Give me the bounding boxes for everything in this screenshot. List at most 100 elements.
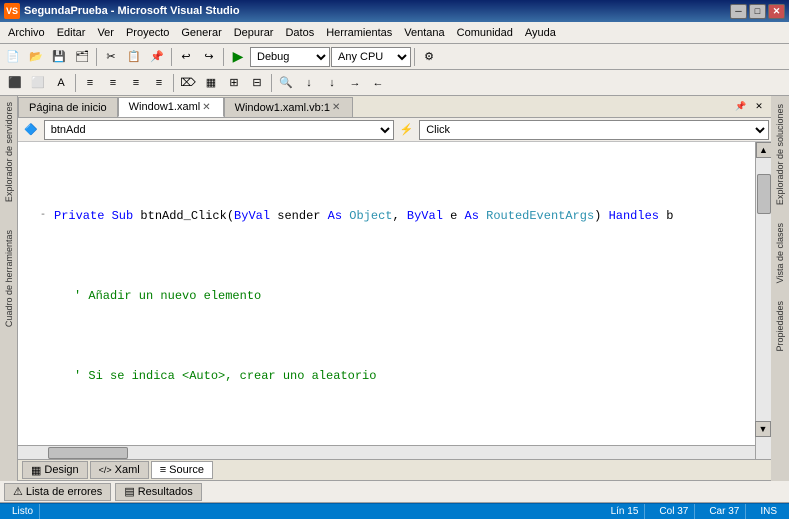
title-bar: VS SegundaPrueba - Microsoft Visual Stud…	[0, 0, 789, 22]
menu-proyecto[interactable]: Proyecto	[120, 25, 175, 41]
tb2-btn5[interactable]: ≡	[102, 72, 124, 94]
debug-config-selector[interactable]: Debug	[250, 47, 330, 67]
tab-close-window1-vb[interactable]: ✕	[330, 102, 342, 113]
status-col: Col 37	[653, 504, 695, 519]
undo-button[interactable]: ↩	[175, 46, 197, 68]
code-line-2: ' Añadir un nuevo elemento	[18, 288, 755, 304]
open-button[interactable]: 📂	[25, 46, 47, 68]
tab-design[interactable]: ▦ Design	[22, 461, 88, 479]
tb2-btn1[interactable]: ⬛	[4, 72, 26, 94]
tb2-btn12[interactable]: 🔍	[275, 72, 297, 94]
tb2-btn14[interactable]: ↓	[321, 72, 343, 94]
object-selector[interactable]: btnAdd	[44, 120, 394, 140]
horizontal-scrollbar[interactable]	[18, 445, 755, 459]
redo-button[interactable]: ↪	[198, 46, 220, 68]
menu-ventana[interactable]: Ventana	[398, 25, 450, 41]
line-code-2: ' Añadir un nuevo elemento	[50, 288, 261, 304]
status-line: Lín 15	[605, 504, 646, 519]
menu-editar[interactable]: Editar	[51, 25, 92, 41]
xaml-icon: </>	[99, 465, 112, 475]
tb2-btn8[interactable]: ⌦	[177, 72, 199, 94]
nav-bar: 🔷 btnAdd ⚡ Click	[18, 118, 771, 142]
window-controls: ─ □ ✕	[730, 4, 785, 19]
sidebar-item-explorador-soluciones[interactable]: Explorador de soluciones	[773, 100, 787, 209]
copy-button[interactable]: 📋	[123, 46, 145, 68]
results-icon: ▤	[124, 485, 134, 498]
menu-generar[interactable]: Generar	[175, 25, 227, 41]
menu-datos[interactable]: Datos	[279, 25, 320, 41]
menu-comunidad[interactable]: Comunidad	[451, 25, 519, 41]
menu-archivo[interactable]: Archivo	[2, 25, 51, 41]
scroll-down-button[interactable]: ▼	[755, 421, 771, 437]
sidebar-item-explorador-servidores[interactable]: Explorador de servidores	[2, 98, 16, 206]
tb2-btn7[interactable]: ≡	[148, 72, 170, 94]
app-window: VS SegundaPrueba - Microsoft Visual Stud…	[0, 0, 789, 519]
toolbar-1: 📄 📂 💾 🗂 ✂ 📋 📌 ↩ ↪ ▶ Debug Any CPU ⚙	[0, 44, 789, 70]
tab-lista-errores[interactable]: ⚠ Lista de errores	[4, 483, 111, 501]
event-icon: ⚡	[396, 121, 418, 138]
v-scroll-thumb[interactable]	[757, 174, 771, 214]
code-line-1: - Private Sub btnAdd_Click(ByVal sender …	[18, 208, 755, 224]
close-tab-button[interactable]: ✕	[751, 98, 767, 114]
cut-button[interactable]: ✂	[100, 46, 122, 68]
paste-button[interactable]: 📌	[146, 46, 168, 68]
minimize-button[interactable]: ─	[730, 4, 747, 19]
tb2-btn11[interactable]: ⊟	[246, 72, 268, 94]
cpu-selector[interactable]: Any CPU	[331, 47, 411, 67]
separator-2	[171, 48, 172, 66]
tb2-sep3	[271, 74, 272, 92]
tab-inicio[interactable]: Página de inicio	[18, 97, 118, 117]
code-area: - Private Sub btnAdd_Click(ByVal sender …	[18, 142, 755, 459]
tb2-btn13[interactable]: ↓	[298, 72, 320, 94]
tb2-btn15[interactable]: →	[344, 72, 366, 94]
tb2-btn16[interactable]: ←	[367, 72, 389, 94]
menu-ayuda[interactable]: Ayuda	[519, 25, 562, 41]
menu-bar: Archivo Editar Ver Proyecto Generar Depu…	[0, 22, 789, 44]
source-icon: ≡	[160, 464, 166, 476]
editor-main: - Private Sub btnAdd_Click(ByVal sender …	[18, 142, 771, 459]
tab-bar: Página de inicio Window1.xaml ✕ Window1.…	[18, 96, 771, 118]
new-button[interactable]: 📄	[2, 46, 24, 68]
menu-herramientas[interactable]: Herramientas	[320, 25, 398, 41]
maximize-button[interactable]: □	[749, 4, 766, 19]
object-icon: 🔷	[20, 121, 42, 138]
scroll-up-button[interactable]: ▲	[756, 142, 772, 158]
code-line-3: ' Si se indica <Auto>, crear uno aleator…	[18, 368, 755, 384]
sidebar-item-cuadro-herramientas[interactable]: Cuadro de herramientas	[2, 226, 16, 331]
tb2-sep2	[173, 74, 174, 92]
tb2-btn6[interactable]: ≡	[125, 72, 147, 94]
tab-close-window1-xaml[interactable]: ✕	[200, 102, 212, 113]
tb2-btn3[interactable]: A	[50, 72, 72, 94]
tb2-btn2[interactable]: ⬜	[27, 72, 49, 94]
close-button[interactable]: ✕	[768, 4, 785, 19]
menu-ver[interactable]: Ver	[91, 25, 120, 41]
menu-depurar[interactable]: Depurar	[228, 25, 280, 41]
toolbar-2: ⬛ ⬜ A ≡ ≡ ≡ ≡ ⌦ ▦ ⊞ ⊟ 🔍 ↓ ↓ → ←	[0, 70, 789, 96]
sidebar-item-propiedades[interactable]: Propiedades	[773, 297, 787, 356]
code-editor[interactable]: - Private Sub btnAdd_Click(ByVal sender …	[18, 142, 755, 445]
tab-window1-xaml[interactable]: Window1.xaml ✕	[118, 97, 224, 117]
tab-window1-xaml-vb[interactable]: Window1.xaml.vb:1 ✕	[224, 97, 354, 117]
vertical-scrollbar[interactable]: ▲ ▼	[755, 142, 771, 459]
design-icon: ▦	[31, 464, 41, 477]
start-button[interactable]: ▶	[227, 46, 249, 68]
status-ins: INS	[754, 504, 783, 519]
save-button[interactable]: 💾	[48, 46, 70, 68]
tb2-btn10[interactable]: ⊞	[223, 72, 245, 94]
pin-tab-button[interactable]: 📌	[733, 98, 749, 114]
tab-xaml[interactable]: </> Xaml	[90, 461, 149, 479]
tb2-btn9[interactable]: ▦	[200, 72, 222, 94]
tab-source[interactable]: ≡ Source	[151, 461, 213, 479]
tb2-btn4[interactable]: ≡	[79, 72, 101, 94]
h-scroll-thumb[interactable]	[48, 447, 128, 459]
right-sidebar: Explorador de soluciones Vista de clases…	[771, 96, 789, 481]
separator-4	[414, 48, 415, 66]
config-button[interactable]: ⚙	[418, 46, 440, 68]
sidebar-item-vista-clases[interactable]: Vista de clases	[773, 219, 787, 287]
error-icon: ⚠	[13, 485, 23, 498]
save-all-button[interactable]: 🗂	[71, 46, 93, 68]
expand-1[interactable]: -	[36, 208, 50, 224]
line-code-3: ' Si se indica <Auto>, crear uno aleator…	[50, 368, 376, 384]
event-selector[interactable]: Click	[419, 120, 769, 140]
tab-resultados[interactable]: ▤ Resultados	[115, 483, 201, 501]
